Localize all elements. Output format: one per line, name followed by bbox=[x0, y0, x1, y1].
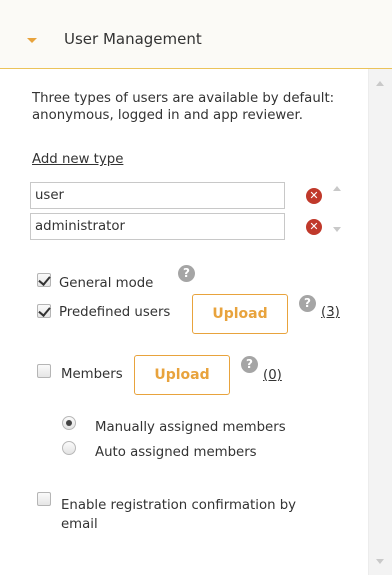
user-management-panel: User Management Three types of users are… bbox=[0, 0, 392, 575]
scroll-down-arrow-icon[interactable] bbox=[376, 559, 384, 564]
remove-circle-icon[interactable]: ✕ bbox=[306, 188, 322, 204]
list-scroll-down-icon[interactable] bbox=[333, 227, 341, 232]
manually-assigned-label: Manually assigned members bbox=[95, 420, 286, 435]
predefined-users-checkbox[interactable] bbox=[37, 304, 51, 318]
user-type-field[interactable] bbox=[30, 213, 285, 240]
help-circle-icon[interactable]: ? bbox=[178, 265, 195, 282]
auto-assigned-label: Auto assigned members bbox=[95, 445, 257, 460]
add-new-type-link[interactable]: Add new type bbox=[32, 152, 123, 167]
members-checkbox[interactable] bbox=[37, 364, 51, 378]
panel-title: User Management bbox=[64, 30, 202, 48]
help-circle-icon[interactable]: ? bbox=[299, 295, 316, 312]
registration-confirmation-checkbox[interactable] bbox=[37, 492, 51, 506]
list-scroll-up-icon[interactable] bbox=[333, 186, 341, 191]
general-mode-label: General mode bbox=[59, 276, 154, 291]
members-count-link[interactable]: (0) bbox=[263, 368, 282, 383]
registration-confirmation-label: Enable registration confirmation by emai… bbox=[61, 496, 331, 534]
predefined-users-count-link[interactable]: (3) bbox=[321, 305, 340, 320]
remove-circle-icon[interactable]: ✕ bbox=[306, 219, 322, 235]
panel-scrollbar[interactable] bbox=[368, 69, 392, 575]
caret-down-icon[interactable] bbox=[27, 38, 37, 43]
members-label: Members bbox=[61, 367, 123, 382]
registration-confirmation-text: Enable registration confirmation by emai… bbox=[61, 498, 297, 532]
members-upload-button[interactable]: Upload bbox=[134, 355, 230, 395]
user-type-field[interactable] bbox=[30, 182, 285, 209]
predefined-users-label: Predefined users bbox=[59, 305, 171, 320]
general-mode-checkbox[interactable] bbox=[37, 273, 51, 287]
panel-header[interactable]: User Management bbox=[0, 0, 392, 69]
help-circle-icon[interactable]: ? bbox=[241, 356, 258, 373]
type-list-scrollbar[interactable] bbox=[332, 182, 342, 242]
user-types-description: Three types of users are available by de… bbox=[32, 91, 335, 123]
predefined-users-upload-button[interactable]: Upload bbox=[192, 294, 288, 334]
auto-assigned-radio[interactable] bbox=[62, 441, 76, 455]
manually-assigned-radio[interactable] bbox=[62, 416, 76, 430]
scroll-up-arrow-icon[interactable] bbox=[376, 81, 384, 86]
